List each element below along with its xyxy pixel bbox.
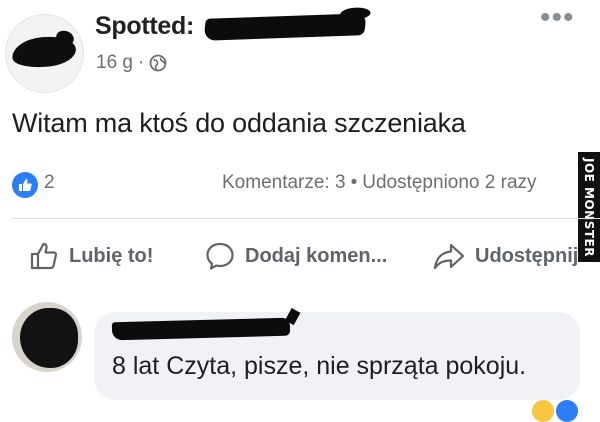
comment-count[interactable]: Komentarze: 3	[222, 172, 346, 193]
commenter-avatar-redaction	[20, 308, 78, 368]
share-button[interactable]: Udostępnij	[432, 236, 578, 276]
thumbs-up-icon	[28, 240, 60, 272]
divider	[12, 218, 600, 219]
like-reaction-icon	[556, 400, 578, 422]
comment-text: 8 lat Czyta, pisze, nie sprząta pokoju.	[112, 352, 527, 380]
post-text: Witam ma ktoś do oddania szczeniaka	[12, 108, 466, 138]
page-name[interactable]: Spotted:	[95, 12, 194, 41]
globe-icon	[149, 54, 167, 72]
stats-separator: •	[350, 172, 358, 193]
post-meta: 16 g ·	[96, 52, 167, 74]
watermark: JOE MONSTER	[578, 152, 600, 262]
like-button-label: Lubię to!	[69, 244, 154, 267]
post-time[interactable]: 16 g	[96, 52, 133, 74]
page-name-redaction	[203, 13, 367, 41]
like-count[interactable]: 2	[44, 172, 55, 194]
like-reaction-icon[interactable]	[12, 172, 38, 198]
post-stats: Komentarze: 3 • Udostępniono 2 razy	[222, 172, 537, 194]
watermark-text: JOE MONSTER	[582, 157, 596, 257]
comment-reactions[interactable]	[532, 400, 578, 422]
more-options-icon[interactable]: •••	[540, 3, 575, 33]
share-arrow-icon	[432, 240, 466, 272]
page-avatar[interactable]	[5, 14, 84, 93]
meta-separator: ·	[137, 52, 145, 73]
share-button-label: Udostępnij	[475, 244, 579, 267]
comment-button[interactable]: Dodaj komen...	[204, 236, 387, 276]
haha-reaction-icon	[532, 400, 554, 422]
like-button[interactable]: Lubię to!	[28, 236, 153, 276]
speech-bubble-icon	[204, 240, 236, 272]
share-count[interactable]: Udostępniono 2 razy	[362, 172, 536, 193]
commenter-avatar[interactable]	[12, 302, 82, 372]
comment-button-label: Dodaj komen...	[245, 244, 388, 267]
